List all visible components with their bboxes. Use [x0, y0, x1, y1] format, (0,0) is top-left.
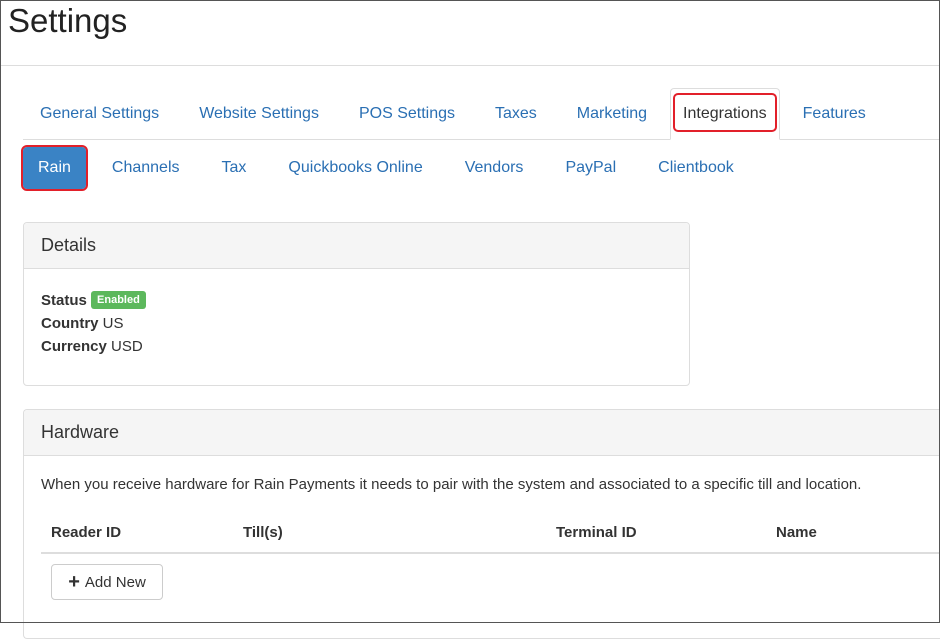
subtab-quickbooks-online[interactable]: Quickbooks Online	[270, 147, 440, 189]
subtab-rain[interactable]: Rain	[21, 145, 88, 191]
country-row: Country US	[41, 312, 672, 335]
page-header: Settings	[0, 0, 940, 66]
highlight-box	[21, 145, 88, 191]
tab-taxes[interactable]: Taxes	[478, 88, 554, 139]
add-new-label: Add New	[84, 573, 146, 591]
settings-tabs: General Settings Website Settings POS Se…	[23, 88, 940, 140]
details-heading: Details	[24, 223, 689, 269]
tab-general-settings[interactable]: General Settings	[23, 88, 176, 139]
currency-row: Currency USD	[41, 335, 672, 358]
column-header-terminal-id: Terminal ID	[556, 524, 637, 541]
status-row: Status Enabled	[41, 289, 672, 312]
details-body: Status Enabled Country US Currency USD	[24, 269, 689, 378]
subtab-channels[interactable]: Channels	[94, 147, 198, 189]
subtab-paypal[interactable]: PayPal	[547, 147, 634, 189]
details-panel: Details Status Enabled Country US Curren…	[23, 222, 690, 386]
column-header-tills: Till(s)	[243, 524, 283, 541]
tab-integrations[interactable]: Integrations	[670, 88, 780, 140]
plus-icon: +	[68, 571, 80, 593]
highlight-box	[673, 93, 777, 132]
hardware-heading: Hardware	[24, 410, 940, 456]
subtab-vendors[interactable]: Vendors	[447, 147, 542, 189]
page-title: Settings	[8, 2, 128, 39]
hardware-table-header: Reader ID Till(s) Terminal ID Name	[41, 514, 940, 554]
tab-pos-settings[interactable]: POS Settings	[342, 88, 472, 139]
hardware-description: When you receive hardware for Rain Payme…	[41, 476, 862, 493]
hardware-panel: Hardware When you receive hardware for R…	[23, 409, 940, 639]
country-value: US	[102, 315, 124, 332]
column-header-name: Name	[776, 524, 817, 541]
tab-website-settings[interactable]: Website Settings	[182, 88, 336, 139]
status-badge: Enabled	[91, 291, 146, 309]
tab-marketing[interactable]: Marketing	[560, 88, 664, 139]
currency-value: USD	[111, 338, 143, 355]
status-label: Status	[41, 292, 87, 309]
subtab-clientbook[interactable]: Clientbook	[640, 147, 752, 189]
tab-features[interactable]: Features	[786, 88, 883, 139]
country-label: Country	[41, 315, 99, 332]
subtab-tax[interactable]: Tax	[204, 147, 265, 189]
currency-label: Currency	[41, 338, 107, 355]
integration-subtabs: Rain Channels Tax Quickbooks Online Vend…	[21, 142, 758, 194]
add-new-button[interactable]: + Add New	[51, 564, 163, 600]
column-header-reader-id: Reader ID	[51, 524, 122, 541]
